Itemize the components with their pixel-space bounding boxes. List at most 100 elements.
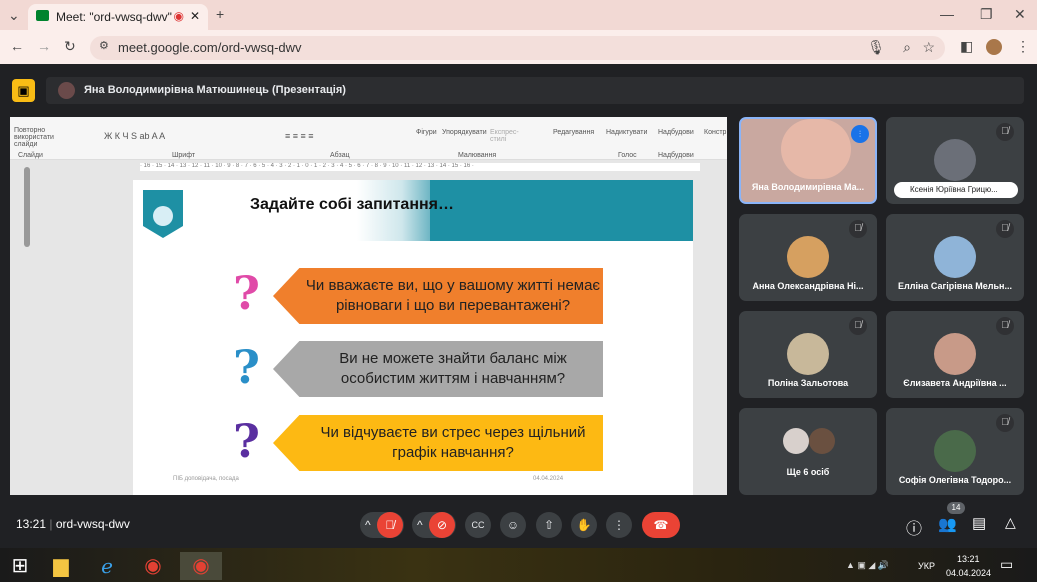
forward-icon[interactable]: →	[37, 38, 51, 54]
restore-icon[interactable]: ❐	[980, 6, 993, 23]
presenter-avatar	[58, 82, 75, 99]
ribbon-designer: Констр	[704, 129, 727, 136]
slide: Задайте собі запитання… ? Чи вважаєте ви…	[133, 180, 693, 495]
profile-avatar[interactable]	[986, 39, 1002, 55]
question-box-1: Чи вважаєте ви, що у вашому житті немає …	[273, 268, 603, 324]
new-tab-icon[interactable]: +	[216, 6, 224, 22]
chrome-icon[interactable]: ◉	[138, 552, 168, 580]
tab-close-icon[interactable]: ✕	[190, 9, 200, 23]
file-explorer-icon[interactable]: ▆	[46, 552, 76, 580]
ribbon-reuse-slides: Повторно використати слайди	[14, 127, 54, 148]
bookmark-star-icon[interactable]: ☆	[922, 39, 935, 56]
participant-tile[interactable]: 🎙̸ Ксенія Юріївна Грицю...	[886, 117, 1024, 204]
browser-tab[interactable]: Meet: "ord-vwsq-dwv" ◉ ✕	[28, 4, 208, 30]
participant-video	[781, 119, 851, 179]
chrome-active-icon[interactable]: ◉	[180, 552, 222, 580]
participant-count-badge: 14	[947, 502, 965, 514]
clock-date[interactable]: 04.04.2024	[946, 568, 991, 578]
mic-off-icon: 🎙̸	[996, 220, 1014, 238]
participant-tile[interactable]: 🎙̸ Елліна Сагірівна Мельн...	[886, 214, 1024, 301]
meeting-code: ord-vwsq-dwv	[55, 517, 130, 531]
question-mark-purple-icon: ?	[233, 414, 260, 468]
presenter-label: Яна Володимирівна Матюшинець (Презентаці…	[84, 84, 346, 96]
language-indicator[interactable]: УКР	[918, 561, 935, 571]
back-icon[interactable]: ←	[10, 38, 24, 54]
participant-avatar	[783, 428, 809, 454]
recording-icon: ◉	[173, 9, 184, 23]
mic-off-icon: 🎙̸	[849, 317, 867, 335]
zoom-icon[interactable]: ⌕	[903, 39, 911, 56]
participant-name: Елліна Сагірівна Мельн...	[898, 281, 1012, 291]
internet-explorer-icon[interactable]: e	[92, 552, 122, 580]
mic-off-button[interactable]: 🎙̸	[377, 512, 403, 538]
more-options-button[interactable]: ⋮	[606, 512, 632, 538]
participant-tile[interactable]: 🎙̸ Єлизавета Андріївна ...	[886, 311, 1024, 398]
participant-name: Поліна Зальотова	[767, 378, 849, 388]
mic-icon[interactable]: 🎙	[867, 39, 885, 56]
tray-icons[interactable]: ▲ ▣ ◢ 🔊	[846, 560, 889, 571]
leave-call-button[interactable]: ☎	[642, 512, 680, 538]
speaking-indicator-icon: ⫶	[851, 125, 869, 143]
camera-off-button[interactable]: ⊘	[429, 512, 455, 538]
ribbon-addins: Надбудови	[658, 129, 694, 136]
meeting-details-icon[interactable]: ⓘ	[906, 515, 922, 539]
participant-avatar	[934, 430, 976, 472]
slide-title: Задайте собі запитання…	[250, 196, 454, 213]
question-mark-pink-icon: ?	[233, 266, 260, 320]
people-icon[interactable]: 👥	[938, 515, 957, 533]
captions-button[interactable]: CC	[465, 512, 491, 538]
meet-favicon-icon	[36, 10, 49, 21]
menu-icon[interactable]: ⋮	[1016, 38, 1030, 55]
vertical-scrollbar[interactable]	[24, 167, 30, 247]
paragraph-buttons: ≡ ≡ ≡ ≡	[285, 131, 314, 141]
chat-icon[interactable]: ▤	[972, 514, 986, 532]
ribbon-arrange: Упорядкувати	[442, 129, 487, 136]
present-button[interactable]: ⇧	[536, 512, 562, 538]
question-box-3: Чи відчуваєте ви стрес через щільний гра…	[273, 415, 603, 471]
sidebar-icon[interactable]: ◧	[960, 38, 973, 55]
clock-time[interactable]: 13:21	[957, 554, 980, 564]
presentation-icon: ▣	[12, 79, 35, 102]
notifications-icon[interactable]: ▭	[1000, 556, 1013, 573]
question-box-2: Ви не можете знайти баланс між особистим…	[273, 341, 603, 397]
ribbon-editing: Редагування	[553, 129, 595, 136]
mic-off-icon: 🎙̸	[996, 123, 1014, 141]
address-bar[interactable]: ⚙ meet.google.com/ord-vwsq-dwv 🎙 ⌕ ☆	[90, 36, 945, 60]
participant-avatar	[934, 139, 976, 181]
emoji-button[interactable]: ☺	[500, 512, 526, 538]
tab-search-icon[interactable]: ⌄	[8, 7, 20, 24]
slide-footer-presenter: ПІБ доповідача, посада	[173, 476, 239, 482]
slide-footer-date: 04.04.2024	[533, 476, 564, 482]
participant-name: Єлизавета Андріївна ...	[903, 378, 1007, 388]
ribbon-shapes: Фігури	[416, 129, 437, 136]
participant-tile[interactable]: 🎙̸ Поліна Зальотова	[739, 311, 877, 398]
reload-icon[interactable]: ↻	[64, 38, 76, 55]
site-info-icon[interactable]: ⚙	[99, 39, 109, 52]
activities-icon[interactable]: △	[1005, 514, 1016, 531]
browser-tab-bar: ⌄ Meet: "ord-vwsq-dwv" ◉ ✕ + — ❐ ✕	[0, 0, 1037, 30]
raise-hand-button[interactable]: ✋	[571, 512, 597, 538]
font-format-buttons: Ж К Ч S ab A A	[104, 131, 166, 141]
ribbon-group-paragraph: Абзац	[330, 152, 350, 159]
close-window-icon[interactable]: ✕	[1014, 6, 1026, 23]
more-participants-tile[interactable]: Ще 6 осіб	[739, 408, 877, 495]
mic-off-icon: 🎙̸	[996, 414, 1014, 432]
participant-tile[interactable]: ⫶ Яна Володимирівна Ма...	[739, 117, 877, 204]
ruler: · 16 · 15 · 14 · 13 · 12 · 11 · 10 · 9 ·…	[140, 163, 700, 171]
participant-name: Ксенія Юріївна Грицю...	[910, 185, 998, 194]
ribbon-quick-styles: Експрес-стилі	[490, 129, 519, 143]
meeting-info: 13:21 | ord-vwsq-dwv	[16, 517, 130, 531]
ribbon-group-addins: Надбудови	[658, 152, 694, 159]
participant-tile[interactable]: 🎙̸ Софія Олегівна Тодоро...	[886, 408, 1024, 495]
powerpoint-ribbon: Повторно використати слайди Слайди Ж К Ч…	[10, 117, 727, 160]
windows-start-icon[interactable]: ⊞	[5, 552, 35, 580]
participant-tile[interactable]: 🎙̸ Анна Олександрівна Ні...	[739, 214, 877, 301]
participant-name: Анна Олександрівна Ні...	[752, 281, 864, 291]
participant-avatar	[787, 333, 829, 375]
ribbon-group-voice: Голос	[618, 152, 637, 159]
presentation-view: Повторно використати слайди Слайди Ж К Ч…	[10, 117, 727, 495]
participant-avatar	[934, 333, 976, 375]
mic-off-icon: 🎙̸	[849, 220, 867, 238]
ribbon-group-font: Шрифт	[172, 152, 196, 159]
minimize-icon[interactable]: —	[940, 6, 954, 22]
